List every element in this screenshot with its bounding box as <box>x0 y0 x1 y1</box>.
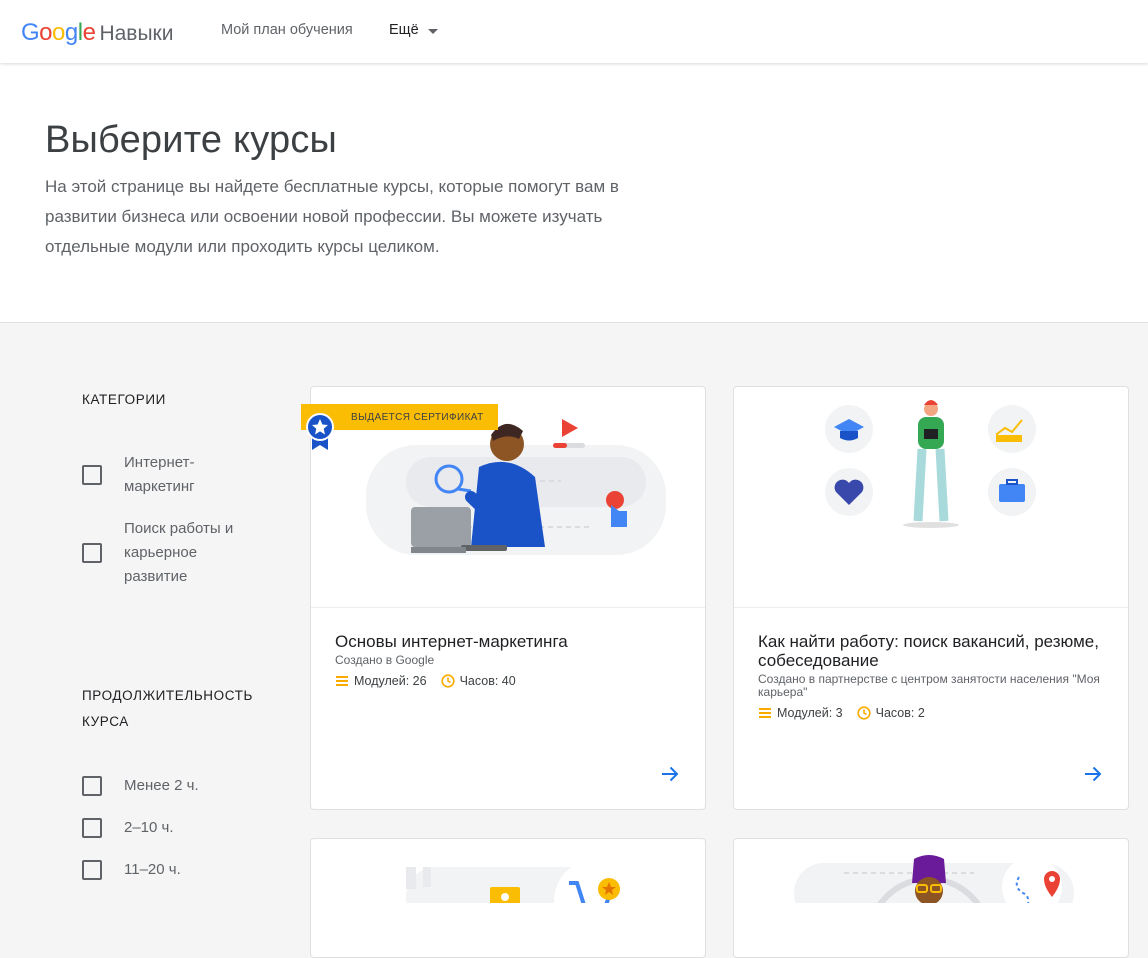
caret-down-icon <box>427 28 438 34</box>
nav-more-label: Ещё <box>389 22 419 38</box>
course-card-ecommerce[interactable] <box>310 838 706 958</box>
logo-letter: e <box>82 19 96 46</box>
course-illustration <box>734 387 1128 608</box>
hours-label: Часов: 2 <box>875 706 925 720</box>
hero-section: Выберите курсы На этой странице вы найде… <box>0 63 1148 323</box>
modules-label: Модулей: 3 <box>777 706 843 720</box>
filter-label: 2–10 ч. <box>124 819 174 836</box>
modules-icon <box>336 676 348 686</box>
medal-icon <box>306 413 334 450</box>
checkbox[interactable] <box>82 465 102 485</box>
logo-letter: o <box>39 19 53 46</box>
certificate-badge: ВЫДАЕТСЯ СЕРТИФИКАТ <box>301 404 498 450</box>
course-card-job-search[interactable]: Как найти работу: поиск вакансий, резюме… <box>733 386 1129 810</box>
filter-label: 11–20 ч. <box>124 861 181 878</box>
career-illustration <box>794 855 1074 957</box>
modules-label: Модулей: 26 <box>354 674 427 688</box>
page-title: Выберите курсы <box>45 119 338 161</box>
product-name: Навыки <box>99 22 174 45</box>
filter-duration-11-20h[interactable]: 11–20 ч. <box>82 858 262 882</box>
nav-more-menu[interactable]: Ещё <box>389 22 438 38</box>
hours-label: Часов: 40 <box>459 674 516 688</box>
clock-icon <box>440 674 455 688</box>
checkbox[interactable] <box>82 860 102 880</box>
logo-letter: g <box>64 19 78 46</box>
filter-label: Поиск работы и карьерное развитие <box>124 520 234 585</box>
checkbox[interactable] <box>82 776 102 796</box>
nav-learning-plan-link[interactable]: Мой план обучения <box>221 22 353 38</box>
duration-heading: ПРОДОЛЖИТЕЛЬНОСТЬ КУРСА <box>82 688 253 729</box>
course-creator: Создано в партнерстве с центром занятост… <box>758 672 1100 699</box>
course-meta: Модулей: 3 Часов: 2 <box>758 706 1104 720</box>
ecommerce-illustration <box>406 859 638 943</box>
hours-count: Часов: 2 <box>857 706 925 720</box>
logo-letter: o <box>52 19 65 46</box>
hours-count: Часов: 40 <box>440 674 516 688</box>
course-card-internet-marketing[interactable]: ВЫДАЕТСЯ СЕРТИФИКАТ Основы интернет-марк… <box>301 386 706 810</box>
filter-job-search[interactable]: Поиск работы и карьерное развитие <box>82 517 262 589</box>
modules-icon <box>759 708 771 718</box>
course-meta: Модулей: 26 Часов: 40 <box>335 674 681 688</box>
certificate-badge-label: ВЫДАЕТСЯ СЕРТИФИКАТ <box>351 411 484 423</box>
checkbox[interactable] <box>82 543 102 563</box>
google-skills-logo[interactable]: Google Навыки <box>21 19 173 47</box>
course-card-career[interactable] <box>733 838 1129 958</box>
card-body: Как найти работу: поиск вакансий, резюме… <box>758 632 1104 720</box>
modules-count: Модулей: 26 <box>335 674 427 688</box>
filter-duration-under-2h[interactable]: Менее 2 ч. <box>82 774 262 798</box>
filter-duration-2-10h[interactable]: 2–10 ч. <box>82 816 262 840</box>
checkbox[interactable] <box>82 818 102 838</box>
card-body: Основы интернет-маркетинга Создано в Goo… <box>335 632 681 688</box>
clock-icon <box>857 706 871 720</box>
modules-count: Модулей: 3 <box>758 706 843 720</box>
page-description: На этой странице вы найдете бесплатные к… <box>45 177 619 256</box>
categories-heading: КАТЕГОРИИ <box>82 392 166 407</box>
course-title[interactable]: Как найти работу: поиск вакансий, резюме… <box>758 632 1104 670</box>
course-title[interactable]: Основы интернет-маркетинга <box>335 632 681 651</box>
arrow-right-icon[interactable] <box>661 765 679 783</box>
google-wordmark: Google <box>21 19 96 47</box>
filter-label: Менее 2 ч. <box>124 777 199 794</box>
arrow-right-icon[interactable] <box>1084 765 1102 783</box>
course-creator: Создано в Google <box>335 653 435 667</box>
filter-label: Интернет-маркетинг <box>124 454 195 495</box>
top-app-bar: Google Навыки Мой план обучения Ещё <box>0 0 1148 63</box>
job-search-illustration <box>825 400 1036 528</box>
logo-letter: G <box>21 19 40 46</box>
filter-internet-marketing[interactable]: Интернет-маркетинг <box>82 451 262 499</box>
